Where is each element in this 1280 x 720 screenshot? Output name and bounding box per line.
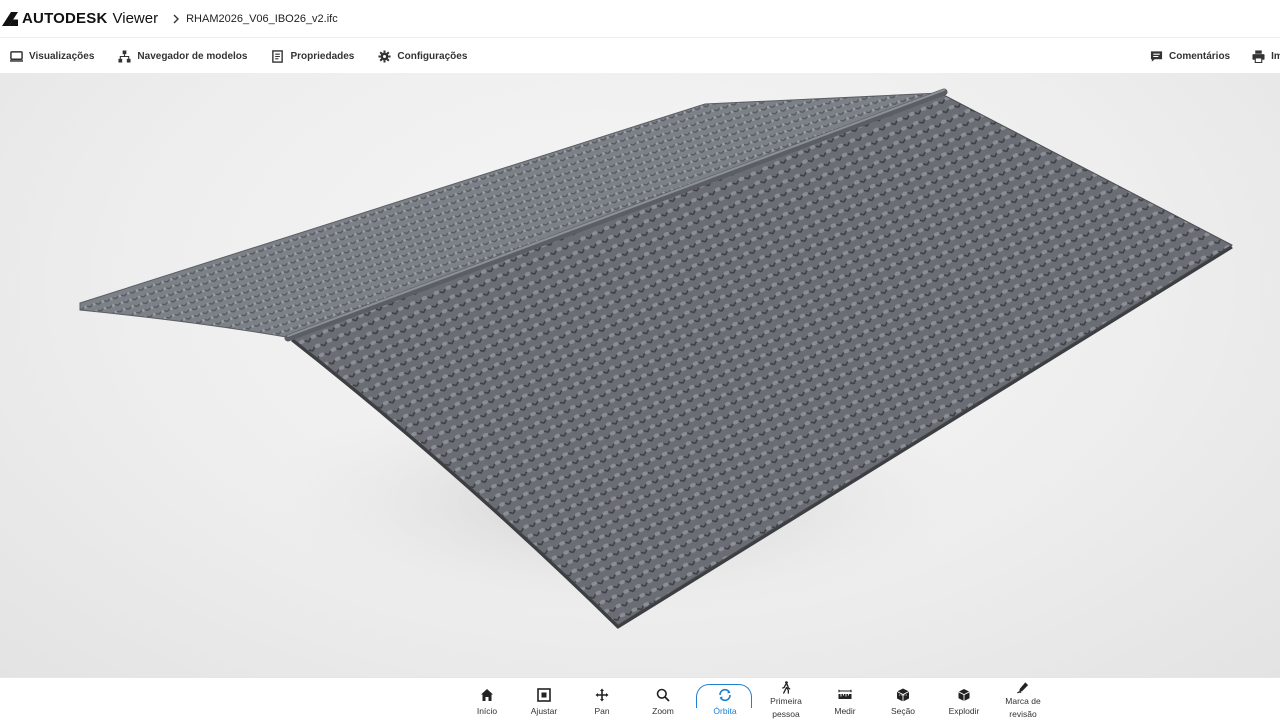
measure-label: Medir xyxy=(834,706,856,716)
fit-label: Ajustar xyxy=(530,706,558,716)
toolbar-left: Visualizações Navegador de modelos Propr… xyxy=(10,39,491,73)
print-icon xyxy=(1252,49,1265,63)
model-browser-label: Navegador de modelos xyxy=(137,50,248,62)
model-browser-button[interactable]: Navegador de modelos xyxy=(118,39,247,73)
monitor-icon xyxy=(10,50,23,62)
properties-icon xyxy=(272,49,284,63)
active-indicator xyxy=(696,684,752,708)
autodesk-logo[interactable]: AUTODESK Viewer xyxy=(2,0,158,38)
views-button[interactable]: Visualizações xyxy=(10,39,94,73)
bottom-toolbar: Início Ajustar Pan Zoom Órbita Primeira … xyxy=(0,677,1280,720)
measure-button[interactable]: Medir xyxy=(816,678,874,720)
markup-button[interactable]: Marca de revisão xyxy=(994,678,1052,720)
views-label: Visualizações xyxy=(29,50,95,62)
zoom-label: Zoom xyxy=(652,706,674,716)
toolbar-right: Comentários Imp xyxy=(1150,39,1280,73)
explode-button[interactable]: Explodir xyxy=(935,678,993,720)
measure-icon xyxy=(838,689,852,699)
markup-label: Marca de revisão xyxy=(1005,696,1041,719)
home-button[interactable]: Início xyxy=(458,678,516,720)
file-name[interactable]: RHAM2026_V06_IBO26_v2.ifc xyxy=(186,13,338,25)
fit-button[interactable]: Ajustar xyxy=(515,678,573,720)
print-button[interactable]: Imp xyxy=(1252,39,1280,73)
print-label: Imp xyxy=(1271,50,1280,62)
model-viewport[interactable] xyxy=(0,73,1280,677)
explode-icon xyxy=(958,689,970,701)
autodesk-mark-icon xyxy=(2,11,18,26)
fit-icon xyxy=(537,688,551,702)
comments-label: Comentários xyxy=(1169,50,1231,62)
section-label: Seção xyxy=(890,706,916,716)
home-icon xyxy=(481,689,493,701)
gear-icon xyxy=(378,49,391,63)
properties-label: Propriedades xyxy=(290,50,355,62)
hierarchy-icon xyxy=(118,49,131,63)
settings-label: Configurações xyxy=(397,50,468,62)
chevron-right-icon xyxy=(173,14,180,23)
section-icon xyxy=(896,688,910,702)
properties-button[interactable]: Propriedades xyxy=(271,39,354,73)
home-label: Início xyxy=(476,706,498,716)
brand-name: AUTODESK xyxy=(22,10,108,27)
settings-button[interactable]: Configurações xyxy=(378,39,467,73)
roof-model[interactable] xyxy=(0,73,1280,677)
pan-label: Pan xyxy=(594,706,610,716)
zoom-button[interactable]: Zoom xyxy=(634,678,692,720)
orbit-button[interactable]: Órbita xyxy=(696,678,754,720)
first-person-label: Primeira pessoa xyxy=(770,696,802,719)
title-bar: AUTODESK Viewer RHAM2026_V06_IBO26_v2.if… xyxy=(0,0,1280,38)
markup-icon xyxy=(1017,682,1029,694)
comments-button[interactable]: Comentários xyxy=(1150,39,1230,73)
first-person-button[interactable]: Primeira pessoa xyxy=(757,678,815,720)
explode-label: Explodir xyxy=(948,706,980,716)
product-name: Viewer xyxy=(112,10,159,27)
pan-icon xyxy=(595,688,609,702)
section-button[interactable]: Seção xyxy=(874,678,932,720)
comment-icon xyxy=(1150,50,1163,62)
zoom-icon xyxy=(656,688,670,702)
top-toolbar: Visualizações Navegador de modelos Propr… xyxy=(0,39,1280,73)
walk-icon xyxy=(782,681,791,694)
pan-button[interactable]: Pan xyxy=(573,678,631,720)
